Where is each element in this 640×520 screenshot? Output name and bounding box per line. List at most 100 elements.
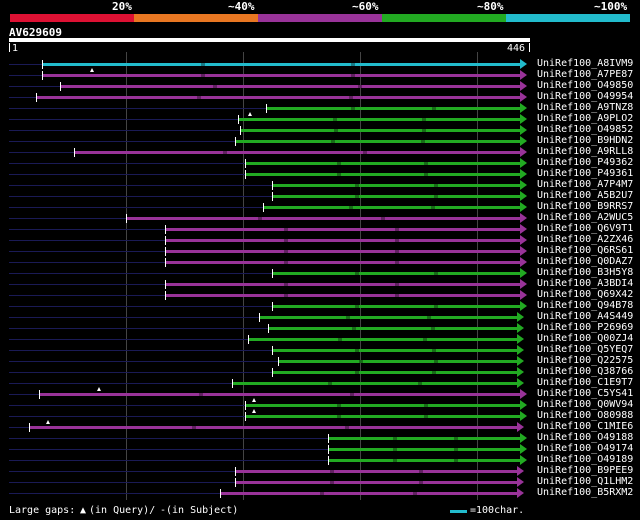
alignment-start-tick: [278, 357, 279, 366]
alignment-bar[interactable]: [42, 63, 521, 66]
alignment-bar[interactable]: [165, 294, 521, 297]
alignment-bar[interactable]: [39, 393, 521, 396]
alignment-start-tick: [272, 192, 273, 201]
alignment-start-tick: [245, 170, 246, 179]
alignment-bar[interactable]: [245, 404, 521, 407]
hit-label-link[interactable]: UniRef100_P49361: [537, 168, 633, 179]
hit-label-link[interactable]: UniRef100_O49954: [537, 91, 633, 102]
hit-label-link[interactable]: UniRef100_A2WUC5: [537, 212, 633, 223]
hit-label-link[interactable]: UniRef100_B9PEE9: [537, 465, 633, 476]
hit-label-link[interactable]: UniRef100_Q22575: [537, 355, 633, 366]
hit-label-link[interactable]: UniRef100_P26969: [537, 322, 633, 333]
alignment-bar[interactable]: [245, 173, 521, 176]
alignment-bar[interactable]: [278, 360, 518, 363]
hit-label-link[interactable]: UniRef100_Q94B78: [537, 300, 633, 311]
alignment-bar[interactable]: [165, 239, 521, 242]
hit-label-link[interactable]: UniRef100_A8IVM9: [537, 58, 633, 69]
unaligned-region: [9, 449, 328, 450]
alignment-start-tick: [165, 258, 166, 267]
alignment-bar[interactable]: [272, 305, 521, 308]
alignment-bar[interactable]: [220, 492, 518, 495]
hit-label-link[interactable]: UniRef100_A9PLO2: [537, 113, 633, 124]
alignment-bar[interactable]: [328, 459, 521, 462]
alignment-bar[interactable]: [266, 107, 521, 110]
subject-gap-mark: [284, 239, 288, 242]
alignment-bar[interactable]: [36, 96, 521, 99]
alignment-bar[interactable]: [259, 316, 518, 319]
hit-label-link[interactable]: UniRef100_A7P4M7: [537, 179, 633, 190]
alignment-bar[interactable]: [238, 118, 521, 121]
hit-label-link[interactable]: UniRef100_A4S449: [537, 311, 633, 322]
alignment-bar[interactable]: [235, 470, 518, 473]
unaligned-region: [9, 482, 235, 483]
alignment-arrow-icon: [520, 125, 527, 135]
hit-label-link[interactable]: UniRef100_B3H5Y8: [537, 267, 633, 278]
hit-label-link[interactable]: UniRef100_P49362: [537, 157, 633, 168]
hit-label-link[interactable]: UniRef100_O49850: [537, 80, 633, 91]
alignment-bar[interactable]: [272, 184, 521, 187]
alignment-bar[interactable]: [126, 217, 521, 220]
alignment-bar[interactable]: [272, 349, 518, 352]
unaligned-region: [9, 251, 165, 252]
alignment-bar[interactable]: [165, 261, 521, 264]
hit-label-link[interactable]: UniRef100_O49174: [537, 443, 633, 454]
hit-label-link[interactable]: UniRef100_B9RRS7: [537, 201, 633, 212]
alignment-bar[interactable]: [29, 426, 518, 429]
hit-label-link[interactable]: UniRef100_Q5YEQ7: [537, 344, 633, 355]
alignment-start-tick: [245, 412, 246, 421]
hit-label-link[interactable]: UniRef100_A3BDI4: [537, 278, 633, 289]
query-insert-icon: [252, 398, 256, 402]
hit-label-link[interactable]: UniRef100_Q00ZJ4: [537, 333, 633, 344]
hit-label-link[interactable]: UniRef100_O80988: [537, 410, 633, 421]
hit-label-link[interactable]: UniRef100_Q1LHM2: [537, 476, 633, 487]
hit-label-link[interactable]: UniRef100_A7PE87: [537, 69, 633, 80]
hit-row[interactable]: UniRef100_B5RXM2: [0, 487, 640, 499]
alignment-arrow-icon: [520, 213, 527, 223]
hit-label-link[interactable]: UniRef100_Q0WV94: [537, 399, 633, 410]
hit-label-link[interactable]: UniRef100_Q6V9T1: [537, 223, 633, 234]
hit-label-link[interactable]: UniRef100_B9HDN2: [537, 135, 633, 146]
hit-label-link[interactable]: UniRef100_O49189: [537, 454, 633, 465]
hit-label-link[interactable]: UniRef100_A9TNZ8: [537, 102, 633, 113]
hit-label-link[interactable]: UniRef100_Q6RS61: [537, 245, 633, 256]
alignment-bar[interactable]: [42, 74, 521, 77]
alignment-bar[interactable]: [245, 415, 521, 418]
alignment-bar[interactable]: [240, 129, 521, 132]
hit-label-link[interactable]: UniRef100_A5B2U7: [537, 190, 633, 201]
scale-label-20: 20%: [112, 0, 132, 13]
hit-label-link[interactable]: UniRef100_C1E9T7: [537, 377, 633, 388]
alignment-bar[interactable]: [165, 228, 521, 231]
alignment-bar[interactable]: [272, 272, 521, 275]
alignment-bar[interactable]: [248, 338, 518, 341]
hit-label-link[interactable]: UniRef100_Q69X42: [537, 289, 633, 300]
alignment-bar[interactable]: [165, 283, 521, 286]
hit-label-link[interactable]: UniRef100_A2ZX46: [537, 234, 633, 245]
alignment-bar[interactable]: [328, 437, 521, 440]
alignment-bar[interactable]: [235, 481, 518, 484]
hit-label-link[interactable]: UniRef100_O49852: [537, 124, 633, 135]
hit-label-link[interactable]: UniRef100_C5YS41: [537, 388, 633, 399]
alignment-bar[interactable]: [328, 448, 521, 451]
hit-label-link[interactable]: UniRef100_Q0DAZ7: [537, 256, 633, 267]
alignment-arrow-icon: [520, 389, 527, 399]
hit-label-link[interactable]: UniRef100_B5RXM2: [537, 487, 633, 498]
hit-label-link[interactable]: UniRef100_C1MIE6: [537, 421, 633, 432]
subject-gap-mark: [413, 492, 417, 495]
alignment-bar[interactable]: [263, 206, 521, 209]
hit-label-link[interactable]: UniRef100_Q38766: [537, 366, 633, 377]
alignment-bar[interactable]: [272, 371, 518, 374]
alignment-bar[interactable]: [272, 195, 521, 198]
unaligned-region: [9, 350, 272, 351]
alignment-bar[interactable]: [245, 162, 521, 165]
alignment-bar[interactable]: [268, 327, 518, 330]
alignment-start-tick: [328, 456, 329, 465]
alignment-bar[interactable]: [74, 151, 521, 154]
unaligned-region: [9, 119, 238, 120]
hit-label-link[interactable]: UniRef100_O49188: [537, 432, 633, 443]
alignment-bar[interactable]: [165, 250, 521, 253]
subject-gap-mark: [199, 393, 203, 396]
alignment-bar[interactable]: [235, 140, 521, 143]
alignment-bar[interactable]: [60, 85, 521, 88]
hit-label-link[interactable]: UniRef100_A9RLL8: [537, 146, 633, 157]
alignment-bar[interactable]: [232, 382, 518, 385]
